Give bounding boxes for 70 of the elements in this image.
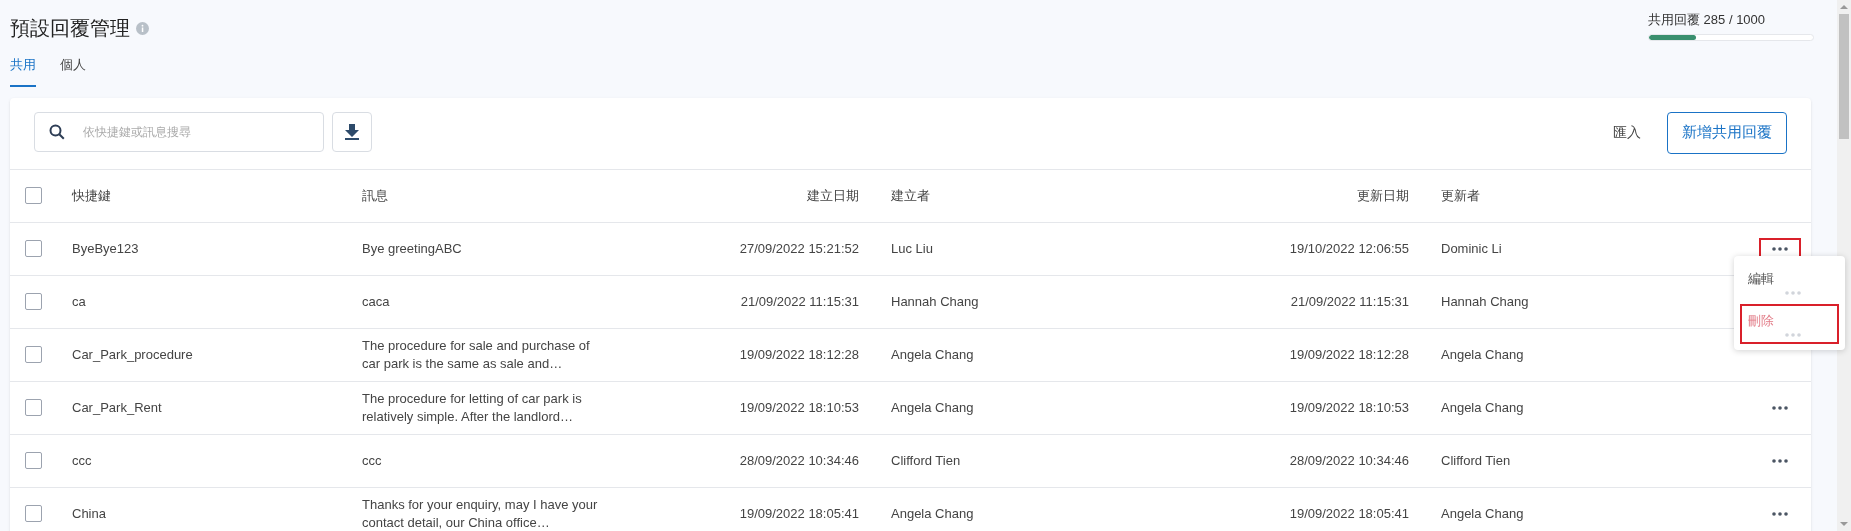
column-header: 更新日期 bbox=[1357, 186, 1410, 205]
column-header: 建立日期 bbox=[807, 186, 860, 205]
table-cell-text: ccc bbox=[362, 451, 383, 470]
download-button[interactable] bbox=[332, 111, 372, 152]
table-cell-text: Angela Chang bbox=[890, 345, 975, 364]
table-cell-text: Angela Chang bbox=[1440, 504, 1525, 523]
table-cell-text: 19/09/2022 18:12:28 bbox=[1289, 345, 1410, 364]
table-cell-text: Angela Chang bbox=[1440, 345, 1525, 364]
table-cell-text: Dominic Li bbox=[1440, 239, 1503, 258]
table-cell-text: Car_Park_Rent bbox=[72, 398, 163, 417]
table-cell-text: 19/09/2022 18:05:41 bbox=[1289, 504, 1410, 523]
table-cell-text: Clifford Tien bbox=[1440, 451, 1512, 470]
checkbox[interactable] bbox=[25, 187, 42, 204]
table-cell-text: Thanks for your enquiry, may I have your contact detail, our China office… bbox=[362, 495, 599, 531]
table-cell-text: Angela Chang bbox=[890, 398, 975, 417]
table-cell-text: ca bbox=[72, 292, 87, 311]
table-cell-text: ByeBye123 bbox=[72, 239, 140, 258]
checkbox[interactable] bbox=[25, 399, 42, 416]
more-icon bbox=[1772, 511, 1788, 516]
search-icon bbox=[49, 123, 65, 140]
checkbox[interactable] bbox=[25, 293, 42, 310]
table-cell-text: Angela Chang bbox=[890, 504, 975, 523]
table-cell-text: China bbox=[72, 504, 107, 523]
table-cell-text: 27/09/2022 15:21:52 bbox=[739, 239, 860, 258]
add-reply-button[interactable]: 新增共用回覆 bbox=[1667, 111, 1787, 154]
table-cell-text: 19/09/2022 18:10:53 bbox=[1289, 398, 1410, 417]
info-icon[interactable] bbox=[136, 21, 149, 35]
tab[interactable]: 共用 bbox=[10, 55, 36, 87]
scrollbar[interactable] bbox=[1837, 0, 1851, 531]
search-field[interactable]: 依快捷鍵或訊息搜尋 bbox=[34, 111, 324, 152]
table-cell-text: Clifford Tien bbox=[890, 451, 962, 470]
import-link[interactable]: 匯入 bbox=[1613, 121, 1641, 143]
page-title: 預設回覆管理 bbox=[10, 16, 130, 41]
more-icon bbox=[1772, 246, 1788, 251]
download-icon bbox=[345, 123, 359, 140]
more-icon bbox=[1772, 405, 1788, 410]
table-cell-text: The procedure for letting of car park is relatively simple. After the landlord… bbox=[362, 389, 583, 426]
table-cell-text: 19/09/2022 18:05:41 bbox=[739, 504, 860, 523]
more-icon bbox=[1772, 458, 1788, 463]
table-cell-text: Angela Chang bbox=[1440, 398, 1525, 417]
table-cell-text: The procedure for sale and purchase of car park is the same as sale and… bbox=[362, 336, 591, 373]
checkbox[interactable] bbox=[25, 452, 42, 469]
more-icon bbox=[1784, 290, 1801, 295]
checkbox[interactable] bbox=[25, 505, 42, 522]
checkbox[interactable] bbox=[25, 346, 42, 363]
search-input[interactable]: 依快捷鍵或訊息搜尋 bbox=[83, 122, 309, 141]
column-header: 訊息 bbox=[362, 186, 389, 205]
table-cell-text: caca bbox=[362, 292, 391, 311]
table-cell-text: 19/09/2022 18:10:53 bbox=[739, 398, 860, 417]
scroll-thumb[interactable] bbox=[1839, 14, 1849, 139]
table-cell-text: 21/09/2022 11:15:31 bbox=[740, 292, 860, 311]
tab[interactable]: 個人 bbox=[60, 55, 86, 87]
table-cell-text: Hannah Chang bbox=[1440, 292, 1530, 311]
column-header: 建立者 bbox=[890, 186, 931, 205]
more-icon bbox=[1784, 332, 1801, 337]
table-cell-text: Hannah Chang bbox=[890, 292, 980, 311]
table-cell-text: 28/09/2022 10:34:46 bbox=[1289, 451, 1410, 470]
table-cell-text: 19/09/2022 18:12:28 bbox=[739, 345, 860, 364]
quota-label: 共用回覆 285 / 1000 bbox=[1648, 11, 1767, 29]
table-cell-text: 21/09/2022 11:15:31 bbox=[1290, 292, 1410, 311]
menu-item[interactable]: 編輯 bbox=[1740, 262, 1839, 302]
table-cell-text: 28/09/2022 10:34:46 bbox=[739, 451, 860, 470]
column-header: 更新者 bbox=[1440, 186, 1481, 205]
table-cell-text: ccc bbox=[72, 451, 93, 470]
column-header: 快捷鍵 bbox=[72, 186, 112, 205]
table-cell-text: Luc Liu bbox=[890, 239, 934, 258]
checkbox[interactable] bbox=[25, 240, 42, 257]
table-cell-text: 19/10/2022 12:06:55 bbox=[1289, 239, 1410, 258]
table-cell-text: Bye greetingABC bbox=[362, 239, 463, 258]
table-cell-text: Car_Park_procedure bbox=[72, 345, 194, 364]
